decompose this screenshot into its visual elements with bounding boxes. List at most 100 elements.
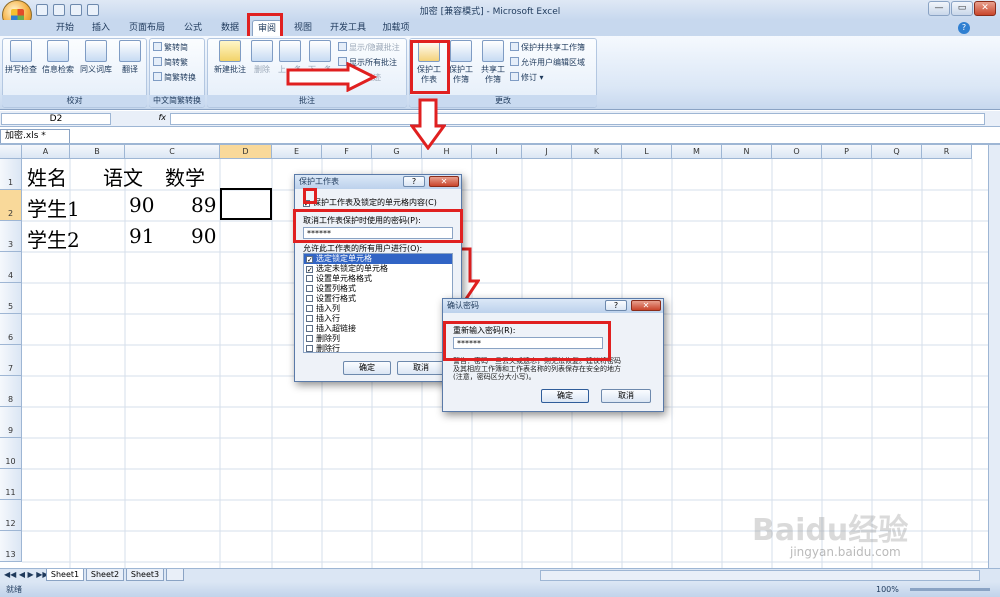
list-item[interactable]: ✓ 选定未锁定的单元格 — [304, 264, 452, 274]
save-icon[interactable] — [36, 4, 48, 16]
list-item[interactable]: 删除列 — [304, 334, 452, 344]
minimize-button[interactable]: — — [928, 1, 950, 16]
cell-b2[interactable]: 90 — [129, 193, 154, 217]
s2t-button[interactable]: 简转繁 — [153, 57, 188, 69]
cell-c3[interactable]: 90 — [191, 224, 216, 248]
column-header[interactable]: L — [622, 145, 672, 159]
column-header[interactable]: F — [322, 145, 372, 159]
track-changes-button[interactable]: 修订 ▾ — [510, 72, 544, 84]
column-header[interactable]: N — [722, 145, 772, 159]
row-header[interactable]: 3 — [0, 221, 22, 252]
row-header[interactable]: 13 — [0, 531, 22, 562]
protect-workbook-button[interactable]: 保护工作簿 — [446, 40, 476, 90]
permissions-list[interactable]: ✓ 选定锁定单元格 ✓ 选定未锁定的单元格 设置单元格格式 设置列格式 设置行格式 … — [303, 253, 453, 353]
dialog-close-button[interactable]: ✕ — [429, 176, 459, 187]
translate-button[interactable]: 翻译 — [116, 40, 144, 90]
show-hide-comment-button[interactable]: 显示/隐藏批注 — [338, 42, 400, 54]
row-header[interactable]: 5 — [0, 283, 22, 314]
row-header[interactable]: 8 — [0, 376, 22, 407]
zoom-slider[interactable] — [910, 588, 990, 591]
list-item[interactable]: 插入超链接 — [304, 324, 452, 334]
column-header[interactable]: C — [125, 145, 220, 159]
tab-addins[interactable]: 加载项 — [379, 20, 413, 36]
ok-button[interactable]: 确定 — [541, 389, 589, 403]
share-workbook-button[interactable]: 共享工作簿 — [478, 40, 508, 90]
row-header[interactable]: 7 — [0, 345, 22, 376]
column-header[interactable]: Q — [872, 145, 922, 159]
help-icon[interactable]: ? — [958, 22, 970, 34]
column-header[interactable]: P — [822, 145, 872, 159]
sheet-nav-icon[interactable]: ◀◀ ◀ ▶ ▶▶ — [4, 570, 49, 579]
new-comment-button[interactable]: 新建批注 — [210, 40, 250, 90]
list-item[interactable]: 设置行格式 — [304, 294, 452, 304]
tab-insert[interactable]: 插入 — [86, 20, 116, 36]
cell-b1[interactable]: 语文 — [103, 162, 143, 191]
column-header[interactable]: R — [922, 145, 972, 159]
row-header[interactable]: 1 — [0, 159, 22, 190]
column-header[interactable]: O — [772, 145, 822, 159]
formula-input[interactable] — [170, 113, 985, 125]
cell-c2[interactable]: 89 — [191, 193, 216, 217]
cell-c1[interactable]: 数学 — [165, 162, 205, 191]
list-item[interactable]: ✓ 选定锁定单元格 — [304, 254, 452, 264]
research-button[interactable]: 信息检索 — [40, 40, 76, 90]
cancel-button[interactable]: 取消 — [601, 389, 651, 403]
column-header[interactable]: J — [522, 145, 572, 159]
name-box[interactable]: D2 — [1, 113, 111, 125]
fx-label[interactable]: fx — [116, 113, 166, 125]
cell-a2[interactable]: 学生1 — [27, 193, 80, 222]
active-cell-d2[interactable] — [220, 188, 272, 220]
document-tab[interactable]: 加密.xls * — [0, 129, 70, 143]
tab-developer[interactable]: 开发工具 — [326, 20, 370, 36]
redo-icon[interactable] — [70, 4, 82, 16]
tab-formulas[interactable]: 公式 — [178, 20, 208, 36]
row-header[interactable]: 6 — [0, 314, 22, 345]
list-item[interactable]: 设置列格式 — [304, 284, 452, 294]
delete-comment-button[interactable]: 删除 — [250, 40, 274, 90]
row-header[interactable]: 9 — [0, 407, 22, 438]
protect-share-button[interactable]: 保护并共享工作簿 — [510, 42, 585, 54]
row-header[interactable]: 2 — [0, 190, 22, 221]
list-item[interactable]: 设置单元格格式 — [304, 274, 452, 284]
column-header[interactable]: D — [220, 145, 272, 159]
dialog-close-button[interactable]: ✕ — [631, 300, 661, 311]
close-window-button[interactable]: ✕ — [974, 1, 996, 16]
column-header[interactable]: K — [572, 145, 622, 159]
insert-sheet-icon[interactable] — [166, 569, 184, 581]
row-header[interactable]: 11 — [0, 469, 22, 500]
column-header[interactable]: I — [472, 145, 522, 159]
column-header[interactable]: B — [70, 145, 125, 159]
ok-button[interactable]: 确定 — [343, 361, 391, 375]
list-item[interactable]: 插入列 — [304, 304, 452, 314]
select-all-corner[interactable] — [0, 145, 22, 159]
protect-checkbox-row[interactable]: ✓ 保护工作表及锁定的单元格内容(C) — [303, 197, 437, 208]
cancel-button[interactable]: 取消 — [397, 361, 445, 375]
restore-button[interactable]: ▭ — [951, 1, 973, 16]
tab-page-layout[interactable]: 页面布局 — [124, 20, 170, 36]
allow-edit-ranges-button[interactable]: 允许用户编辑区域 — [510, 57, 585, 69]
sheet-tab-1[interactable]: Sheet1 — [46, 569, 84, 581]
tab-view[interactable]: 视图 — [288, 20, 318, 36]
convert-button[interactable]: 简繁转换 — [153, 72, 196, 84]
zoom-level[interactable]: 100% — [876, 583, 899, 596]
list-item[interactable]: 删除行 — [304, 344, 452, 352]
print-preview-icon[interactable] — [87, 4, 99, 16]
undo-icon[interactable] — [53, 4, 65, 16]
horizontal-scrollbar[interactable] — [540, 570, 980, 581]
cell-a1[interactable]: 姓名 — [27, 162, 67, 191]
t2s-button[interactable]: 繁转简 — [153, 42, 188, 54]
column-header[interactable]: A — [22, 145, 70, 159]
cell-b3[interactable]: 91 — [129, 224, 154, 248]
sheet-tab-2[interactable]: Sheet2 — [86, 569, 124, 581]
help-button[interactable]: ? — [403, 176, 425, 187]
row-header[interactable]: 10 — [0, 438, 22, 469]
column-header[interactable]: E — [272, 145, 322, 159]
column-header[interactable]: M — [672, 145, 722, 159]
vertical-scrollbar[interactable] — [988, 145, 1000, 568]
help-button[interactable]: ? — [605, 300, 627, 311]
row-header[interactable]: 12 — [0, 500, 22, 531]
list-item[interactable]: 插入行 — [304, 314, 452, 324]
spell-check-button[interactable]: 拼写检查 — [4, 40, 38, 90]
tab-data[interactable]: 数据 — [215, 20, 245, 36]
row-header[interactable]: 4 — [0, 252, 22, 283]
